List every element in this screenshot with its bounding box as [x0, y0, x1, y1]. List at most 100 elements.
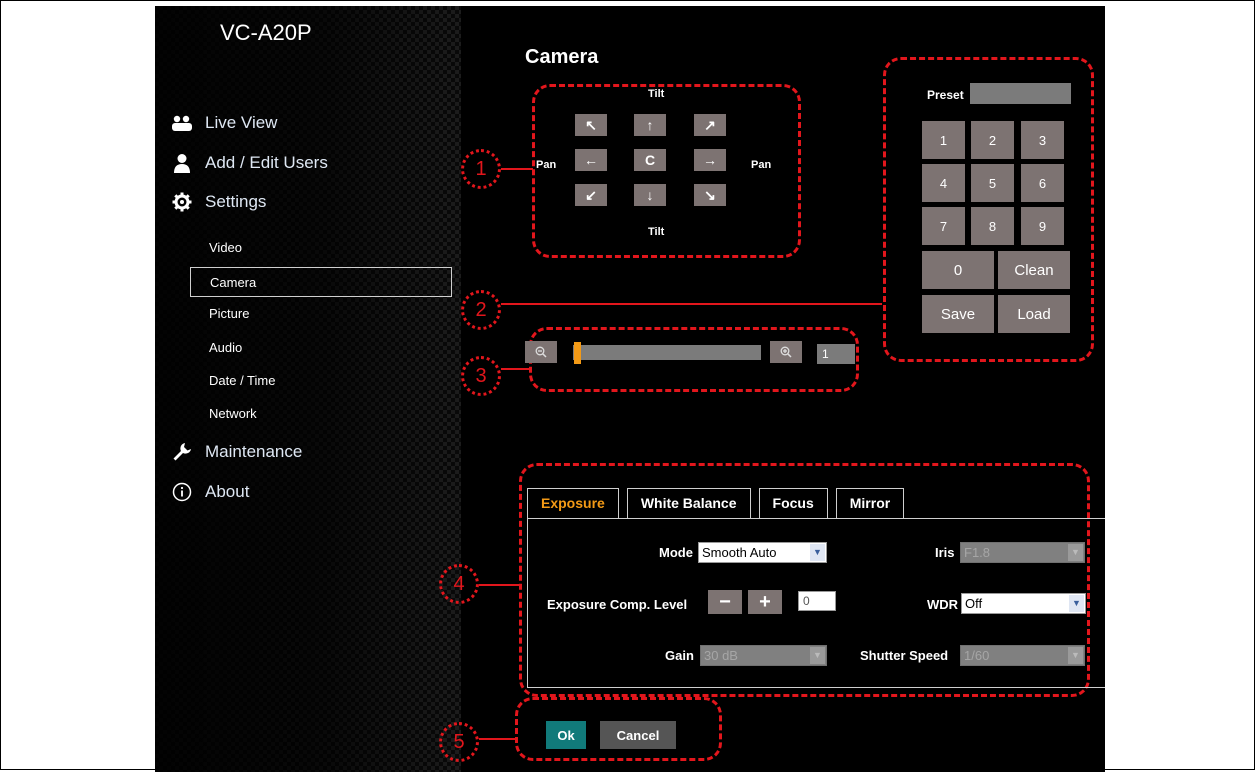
nav-label: About	[205, 482, 250, 501]
ptz-down-right-button[interactable]: ↘	[694, 184, 726, 206]
zoom-slider-thumb[interactable]	[574, 342, 581, 364]
wdr-value: Off	[965, 596, 983, 611]
tilt-label-top: Tilt	[648, 88, 665, 100]
zoom-slider-track[interactable]	[573, 345, 761, 360]
nav-sub-picture[interactable]: Picture	[209, 306, 249, 321]
iris-label: Iris	[935, 545, 955, 560]
wdr-select[interactable]: Off ▼	[961, 593, 1086, 614]
preset-key-3[interactable]: 3	[1021, 121, 1064, 159]
preset-key-2[interactable]: 2	[971, 121, 1014, 159]
ptz-down-button[interactable]: ↓	[634, 184, 666, 206]
preset-key-5[interactable]: 5	[971, 164, 1014, 202]
ptz-left-button[interactable]: ←	[575, 149, 607, 171]
zoom-value: 1	[817, 344, 855, 364]
nav-about[interactable]: About	[171, 481, 249, 503]
ptz-up-right-button[interactable]: ↗	[694, 114, 726, 136]
shutter-speed-select[interactable]: 1/60 ▼	[960, 645, 1085, 666]
wdr-label: WDR	[927, 597, 959, 612]
nav-add-edit-users[interactable]: Add / Edit Users	[171, 152, 328, 174]
mode-label: Mode	[659, 545, 693, 560]
nav-sub-network[interactable]: Network	[209, 406, 257, 421]
cancel-button[interactable]: Cancel	[600, 721, 676, 749]
exposure-comp-plus-button[interactable]: +	[748, 590, 782, 614]
tab-focus[interactable]: Focus	[758, 488, 828, 518]
nav-label: Live View	[205, 113, 278, 132]
ptz-right-button[interactable]: →	[694, 149, 726, 171]
shutter-speed-label: Shutter Speed	[860, 648, 949, 663]
callout-number-4: 4	[439, 564, 479, 604]
tab-mirror[interactable]: Mirror	[835, 488, 905, 518]
zoom-in-icon	[780, 346, 792, 358]
callout-leader-3	[501, 368, 529, 370]
pan-label-left: Pan	[536, 159, 557, 171]
nav-sub-camera[interactable]: Camera	[190, 267, 452, 297]
preset-key-7[interactable]: 7	[922, 207, 965, 245]
preset-key-6[interactable]: 6	[1021, 164, 1064, 202]
nav-maintenance[interactable]: Maintenance	[171, 441, 302, 463]
shutter-speed-value: 1/60	[964, 648, 990, 663]
gain-select[interactable]: 30 dB ▼	[700, 645, 827, 666]
page-title: Camera	[525, 46, 599, 68]
gain-value: 30 dB	[704, 648, 738, 663]
chevron-down-icon: ▼	[810, 647, 825, 664]
brand-title: VC-A20P	[220, 20, 312, 45]
chevron-down-icon: ▼	[1068, 544, 1083, 561]
iris-value: F1.8	[964, 545, 991, 560]
callout-leader-1	[501, 168, 533, 170]
camera-settings-screen: VC-A20P Live View Add / Edit Users Setti…	[155, 6, 1105, 772]
callout-number-5: 5	[439, 722, 479, 762]
callout-number-3: 3	[461, 356, 501, 396]
pan-label-right: Pan	[751, 159, 772, 171]
iris-select[interactable]: F1.8 ▼	[960, 542, 1085, 563]
nav-sub-date-time[interactable]: Date / Time	[209, 373, 275, 388]
callout-number-2: 2	[461, 290, 501, 330]
preset-field[interactable]	[970, 83, 1071, 104]
exposure-comp-input[interactable]: 0	[798, 591, 836, 611]
preset-load-button[interactable]: Load	[998, 295, 1070, 333]
callout-leader-4	[479, 584, 519, 586]
preset-key-8[interactable]: 8	[971, 207, 1014, 245]
nav-settings[interactable]: Settings	[171, 191, 266, 213]
preset-key-0[interactable]: 0	[922, 251, 994, 289]
tab-bar: Exposure White Balance Focus Mirror	[527, 488, 905, 518]
mode-value: Smooth Auto	[702, 545, 777, 560]
user-icon	[171, 152, 193, 174]
ok-button[interactable]: Ok	[546, 721, 586, 749]
zoom-out-button[interactable]	[525, 341, 557, 363]
live-view-icon	[171, 112, 193, 134]
zoom-out-icon	[535, 346, 547, 358]
callout-number-1: 1	[461, 149, 501, 189]
preset-save-button[interactable]: Save	[922, 295, 994, 333]
nav-sub-audio[interactable]: Audio	[209, 340, 242, 355]
preset-key-4[interactable]: 4	[922, 164, 965, 202]
preset-clean-button[interactable]: Clean	[998, 251, 1070, 289]
info-icon	[171, 481, 193, 503]
ptz-up-left-button[interactable]: ↖	[575, 114, 607, 136]
zoom-in-button[interactable]	[770, 341, 802, 363]
tab-exposure[interactable]: Exposure	[527, 488, 619, 518]
callout-leader-5	[479, 738, 515, 740]
nav-label: Maintenance	[205, 442, 303, 461]
nav-label: Settings	[205, 192, 267, 211]
ptz-center-button[interactable]: C	[634, 149, 666, 171]
chevron-down-icon: ▼	[1069, 595, 1084, 612]
gear-icon	[171, 191, 193, 213]
chevron-down-icon: ▼	[810, 544, 825, 561]
ptz-down-left-button[interactable]: ↙	[575, 184, 607, 206]
ptz-up-button[interactable]: ↑	[634, 114, 666, 136]
callout-leader-2	[501, 303, 882, 305]
chevron-down-icon: ▼	[1068, 647, 1083, 664]
mode-select[interactable]: Smooth Auto ▼	[698, 542, 827, 563]
tab-white-balance[interactable]: White Balance	[626, 488, 751, 518]
preset-key-9[interactable]: 9	[1021, 207, 1064, 245]
nav-sub-video[interactable]: Video	[209, 240, 242, 255]
exposure-comp-minus-button[interactable]: −	[708, 590, 742, 614]
preset-key-1[interactable]: 1	[922, 121, 965, 159]
preset-label: Preset	[927, 88, 964, 102]
nav-label: Add / Edit Users	[205, 153, 328, 172]
callout-box-ptz	[532, 84, 801, 258]
tilt-label-bottom: Tilt	[648, 226, 665, 238]
exposure-comp-label: Exposure Comp. Level	[547, 597, 688, 612]
wrench-icon	[171, 441, 193, 463]
nav-live-view[interactable]: Live View	[171, 112, 277, 134]
